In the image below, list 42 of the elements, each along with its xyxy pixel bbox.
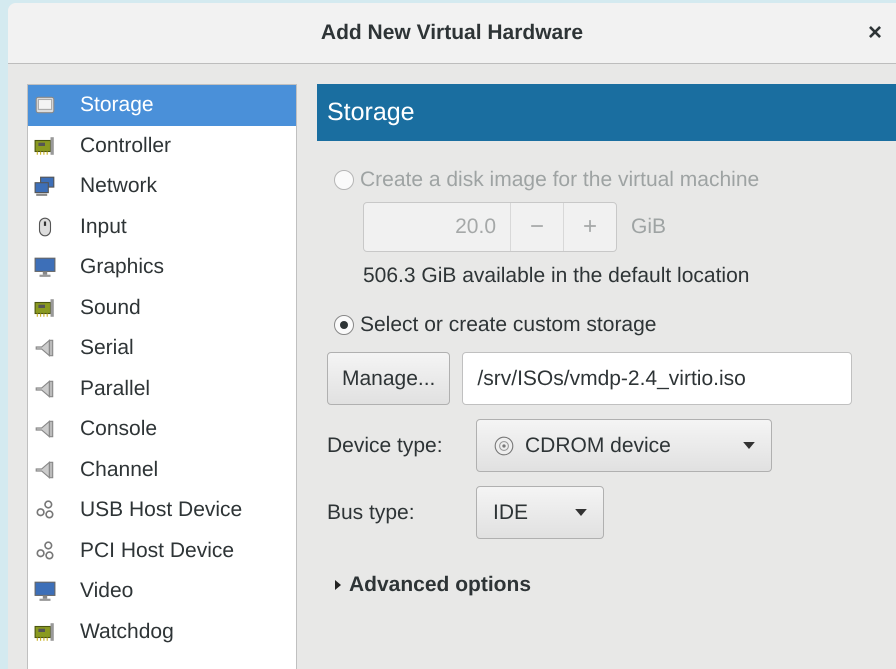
monitor-icon xyxy=(34,256,56,278)
bus-type-dropdown[interactable]: IDE xyxy=(476,486,604,539)
available-space-text: 506.3 GiB available in the default location xyxy=(363,264,750,288)
hardware-list-item[interactable]: Graphics xyxy=(28,247,296,288)
hardware-list-item[interactable]: PCI Host Device xyxy=(28,530,296,571)
expansion-card-icon xyxy=(34,134,56,157)
gears-icon xyxy=(34,540,56,562)
path-field[interactable]: /srv/ISOs/vmdp-2.4_virtio.iso xyxy=(462,352,852,405)
hardware-list-item[interactable]: Channel xyxy=(28,450,296,490)
disc-icon xyxy=(493,434,515,456)
hardware-list-item[interactable]: USB Host Device xyxy=(28,490,296,530)
expansion-card-icon xyxy=(34,296,56,319)
connector-icon xyxy=(34,418,56,440)
hardware-list-item[interactable]: Watchdog xyxy=(28,612,296,652)
expansion-card-icon xyxy=(34,620,56,643)
expander-triangle-icon xyxy=(335,580,341,590)
gears-icon xyxy=(34,499,56,522)
window-title: Add New Virtual Hardware xyxy=(320,21,584,45)
unit-label: GiB xyxy=(631,215,666,239)
hardware-list-item[interactable]: Controller xyxy=(28,126,296,166)
hardware-list-item[interactable]: Video xyxy=(28,571,296,612)
close-button[interactable]: × xyxy=(864,19,886,47)
manage-button[interactable]: Manage... xyxy=(327,352,450,405)
field-label: Device type: xyxy=(327,434,444,458)
hardware-list-item[interactable]: Sound xyxy=(28,288,296,328)
connector-icon xyxy=(34,337,56,360)
hardware-list-item[interactable]: Console xyxy=(28,409,296,450)
hardware-list-item[interactable]: Serial xyxy=(28,328,296,368)
network-computers-icon xyxy=(34,175,56,198)
device-type-dropdown[interactable]: CDROM device xyxy=(476,419,772,472)
field-label: Bus type: xyxy=(327,500,416,524)
connector-icon xyxy=(34,378,56,400)
connector-icon xyxy=(34,458,56,481)
caret-icon xyxy=(575,509,587,516)
caret-icon xyxy=(743,442,755,449)
advanced-options-expander[interactable]: Advanced options xyxy=(335,573,896,597)
hardware-list-item[interactable]: Input xyxy=(28,206,296,247)
hardware-list-item[interactable]: Network xyxy=(28,166,296,206)
radio-option[interactable]: Select or create custom storage xyxy=(334,310,896,340)
section-header: Storage xyxy=(317,84,896,141)
hardware-list-item[interactable]: Parallel xyxy=(28,368,296,409)
monitor-icon xyxy=(34,580,56,602)
